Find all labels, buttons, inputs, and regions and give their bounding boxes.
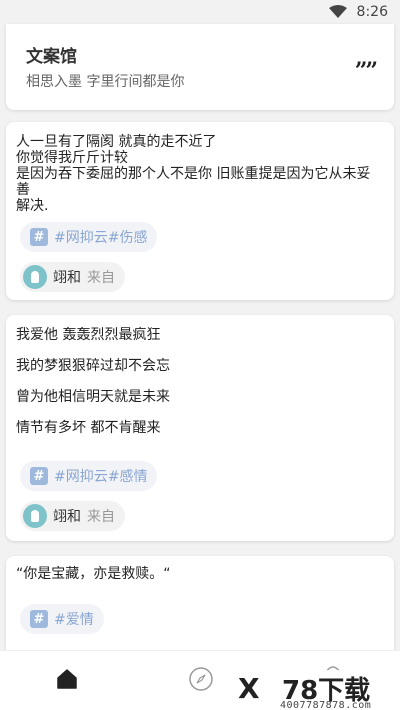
- post-line: “你是宝藏，亦是救赎。“: [16, 566, 171, 582]
- post-line: 我爱他 轰轰烈烈最疯狂: [16, 327, 161, 343]
- hashtag-icon: #: [30, 467, 48, 485]
- post-line: 是因为吞下委屈的那个人不是你 旧账重提是因为它从未妥善: [16, 166, 371, 198]
- post-line: 我的梦狠狠碎过却不会忘: [16, 358, 170, 374]
- tag-pill[interactable]: # #网抑云#伤感: [20, 222, 158, 252]
- author-pill[interactable]: 翊和 来自: [20, 501, 125, 531]
- tag-pill[interactable]: # #网抑云#感情: [20, 461, 158, 491]
- header-card: 文案馆 相思入墨 字里行间都是你 ””: [6, 24, 394, 110]
- author-from-label: 来自: [87, 509, 115, 525]
- tag-label: #网抑云#伤感: [54, 230, 148, 246]
- author-pill[interactable]: 翊和 来自: [20, 262, 125, 292]
- watermark-url: 4007787878.com: [280, 700, 372, 710]
- tag-label: #网抑云#感情: [54, 469, 148, 485]
- author-name: 翊和: [53, 509, 81, 525]
- avatar: [23, 504, 47, 528]
- post-text: 人一旦有了隔阂 就真的走不近了 你觉得我斤斤计较 是因为吞下委屈的那个人不是你 …: [16, 134, 384, 214]
- page-subtitle: 相思入墨 字里行间都是你: [26, 74, 185, 90]
- post-line: 你觉得我斤斤计较: [16, 150, 128, 166]
- wifi-icon: [328, 5, 347, 19]
- status-bar: 8:26: [0, 0, 400, 24]
- author-from-label: 来自: [87, 270, 115, 286]
- author-name: 翊和: [53, 270, 81, 286]
- post-line: 解决.: [16, 198, 49, 214]
- hashtag-icon: #: [30, 610, 48, 628]
- post-line: 情节有多坏 都不肯醒来: [16, 420, 161, 436]
- post-line: 曾为他相信明天就是未来: [16, 389, 170, 405]
- hashtag-icon: #: [30, 228, 48, 246]
- post-card[interactable]: 我爱他 轰轰烈烈最疯狂 我的梦狠狠碎过却不会忘 曾为他相信明天就是未来 情节有多…: [6, 315, 394, 541]
- home-icon[interactable]: [55, 667, 79, 695]
- post-card[interactable]: 人一旦有了隔阂 就真的走不近了 你觉得我斤斤计较 是因为吞下委屈的那个人不是你 …: [6, 122, 394, 300]
- watermark-logo-icon: X: [238, 672, 261, 705]
- quote-icon[interactable]: ””: [355, 58, 378, 84]
- post-text: “你是宝藏，亦是救赎。“: [16, 566, 384, 582]
- avatar: [23, 265, 47, 289]
- post-text: 我爱他 轰轰烈烈最疯狂 我的梦狠狠碎过却不会忘 曾为他相信明天就是未来 情节有多…: [16, 327, 384, 451]
- status-time: 8:26: [356, 4, 388, 20]
- post-line: 人一旦有了隔阂 就真的走不近了: [16, 134, 217, 150]
- tag-label: #爱情: [54, 612, 94, 628]
- compass-icon[interactable]: [188, 666, 214, 696]
- tag-pill[interactable]: # #爱情: [20, 604, 104, 634]
- watermark: X 78下载 4007787878.com: [236, 670, 400, 710]
- page-title: 文案馆: [26, 47, 77, 67]
